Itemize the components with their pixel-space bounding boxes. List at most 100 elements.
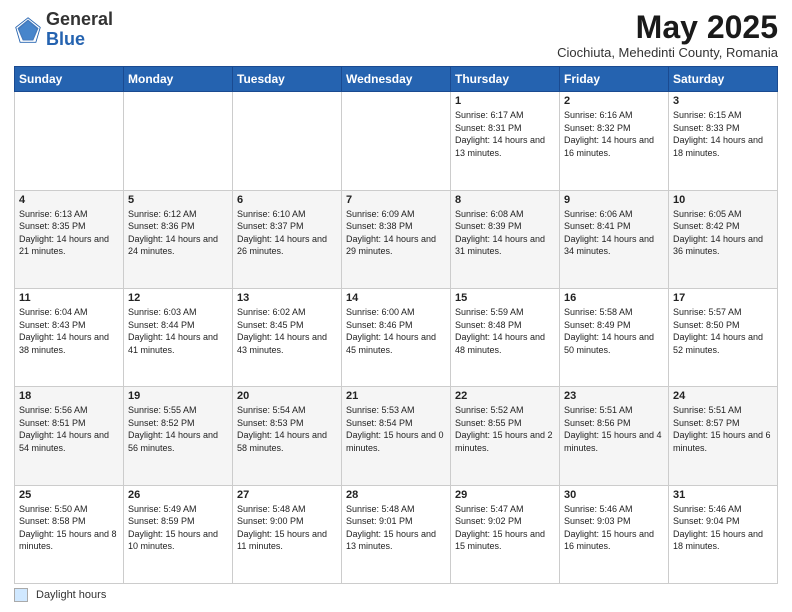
table-row: 28Sunrise: 5:48 AM Sunset: 9:01 PM Dayli… (342, 485, 451, 583)
day-info: Sunrise: 6:13 AM Sunset: 8:35 PM Dayligh… (19, 208, 119, 258)
day-info: Sunrise: 6:02 AM Sunset: 8:45 PM Dayligh… (237, 306, 337, 356)
day-number: 18 (19, 390, 119, 402)
page: General Blue May 2025 Ciochiuta, Mehedin… (0, 0, 792, 612)
table-row: 30 Sunrise: 5:46 AM Sunset: 9:03 PM Dayli… (560, 485, 669, 583)
day-number: 12 (128, 292, 228, 304)
day-number: 11 (19, 292, 119, 304)
day-info: Sunrise: 5:59 AM Sunset: 8:48 PM Dayligh… (455, 306, 555, 356)
day-info: Sunrise: 6:16 AM Sunset: 8:32 PM Dayligh… (564, 109, 664, 159)
day-info: Sunrise: 6:06 AM Sunset: 8:41 PM Dayligh… (564, 208, 664, 258)
logo-icon (14, 16, 42, 44)
col-tuesday: Tuesday (233, 67, 342, 92)
calendar-week-row: 11 Sunrise: 6:04 AM Sunset: 8:43 PM Dayli… (15, 288, 778, 386)
day-info: Sunrise: 6:04 AM Sunset: 8:43 PM Dayligh… (19, 306, 119, 356)
col-monday: Monday (124, 67, 233, 92)
day-info: Sunrise: 6:12 AM Sunset: 8:36 PM Dayligh… (128, 208, 228, 258)
day-number: 29 (455, 489, 555, 501)
col-sunday: Sunday (15, 67, 124, 92)
day-number: 9 (564, 194, 664, 206)
day-number: 19 (128, 390, 228, 402)
table-row: 8Sunrise: 6:08 AM Sunset: 8:39 PM Daylig… (451, 190, 560, 288)
day-number: 28 (346, 489, 446, 501)
day-info: Sunrise: 5:46 AM Sunset: 9:04 PM Dayligh… (673, 503, 773, 553)
day-info: Sunrise: 6:17 AM Sunset: 8:31 PM Dayligh… (455, 109, 555, 159)
day-info: Sunrise: 5:52 AM Sunset: 8:55 PM Dayligh… (455, 404, 555, 454)
logo: General Blue (14, 10, 113, 50)
day-info: Sunrise: 5:54 AM Sunset: 8:53 PM Dayligh… (237, 404, 337, 454)
month-title: May 2025 (557, 10, 778, 45)
table-row: 26 Sunrise: 5:49 AM Sunset: 8:59 PM Dayli… (124, 485, 233, 583)
day-info: Sunrise: 5:56 AM Sunset: 8:51 PM Dayligh… (19, 404, 119, 454)
header: General Blue May 2025 Ciochiuta, Mehedin… (14, 10, 778, 60)
day-number: 25 (19, 489, 119, 501)
logo-text: General Blue (46, 10, 113, 50)
day-number: 14 (346, 292, 446, 304)
table-row: 31 Sunrise: 5:46 AM Sunset: 9:04 PM Dayli… (669, 485, 778, 583)
day-info: Sunrise: 6:05 AM Sunset: 8:42 PM Dayligh… (673, 208, 773, 258)
table-row: 11 Sunrise: 6:04 AM Sunset: 8:43 PM Dayli… (15, 288, 124, 386)
day-info: Sunrise: 5:51 AM Sunset: 8:57 PM Dayligh… (673, 404, 773, 454)
table-row: 12 Sunrise: 6:03 AM Sunset: 8:44 PM Dayli… (124, 288, 233, 386)
day-info: Sunrise: 6:09 AM Sunset: 8:38 PM Dayligh… (346, 208, 446, 258)
day-info: Sunrise: 5:58 AM Sunset: 8:49 PM Dayligh… (564, 306, 664, 356)
day-info: Sunrise: 5:47 AM Sunset: 9:02 PM Dayligh… (455, 503, 555, 553)
table-row (124, 92, 233, 190)
day-number: 5 (128, 194, 228, 206)
day-info: Sunrise: 6:10 AM Sunset: 8:37 PM Dayligh… (237, 208, 337, 258)
day-number: 7 (346, 194, 446, 206)
table-row: 6 Sunrise: 6:10 AM Sunset: 8:37 PM Daylig… (233, 190, 342, 288)
day-number: 1 (455, 95, 555, 107)
day-number: 6 (237, 194, 337, 206)
day-info: Sunrise: 5:46 AM Sunset: 9:03 PM Dayligh… (564, 503, 664, 553)
col-friday: Friday (560, 67, 669, 92)
calendar-table: Sunday Monday Tuesday Wednesday Thursday… (14, 66, 778, 584)
day-number: 16 (564, 292, 664, 304)
table-row: 4Sunrise: 6:13 AM Sunset: 8:35 PM Daylig… (15, 190, 124, 288)
col-wednesday: Wednesday (342, 67, 451, 92)
day-info: Sunrise: 6:00 AM Sunset: 8:46 PM Dayligh… (346, 306, 446, 356)
calendar-week-row: 4Sunrise: 6:13 AM Sunset: 8:35 PM Daylig… (15, 190, 778, 288)
table-row (342, 92, 451, 190)
day-info: Sunrise: 5:51 AM Sunset: 8:56 PM Dayligh… (564, 404, 664, 454)
day-number: 24 (673, 390, 773, 402)
day-number: 26 (128, 489, 228, 501)
table-row: 15Sunrise: 5:59 AM Sunset: 8:48 PM Dayli… (451, 288, 560, 386)
calendar-week-row: 18 Sunrise: 5:56 AM Sunset: 8:51 PM Dayli… (15, 387, 778, 485)
day-number: 30 (564, 489, 664, 501)
table-row: 13Sunrise: 6:02 AM Sunset: 8:45 PM Dayli… (233, 288, 342, 386)
day-info: Sunrise: 5:53 AM Sunset: 8:54 PM Dayligh… (346, 404, 446, 454)
table-row: 24 Sunrise: 5:51 AM Sunset: 8:57 PM Dayli… (669, 387, 778, 485)
day-info: Sunrise: 5:57 AM Sunset: 8:50 PM Dayligh… (673, 306, 773, 356)
logo-general: General (46, 9, 113, 29)
footer: Daylight hours (14, 588, 778, 602)
table-row: 19 Sunrise: 5:55 AM Sunset: 8:52 PM Dayli… (124, 387, 233, 485)
day-info: Sunrise: 6:15 AM Sunset: 8:33 PM Dayligh… (673, 109, 773, 159)
day-number: 10 (673, 194, 773, 206)
day-number: 8 (455, 194, 555, 206)
day-number: 31 (673, 489, 773, 501)
day-number: 22 (455, 390, 555, 402)
day-info: Sunrise: 6:03 AM Sunset: 8:44 PM Dayligh… (128, 306, 228, 356)
day-number: 3 (673, 95, 773, 107)
day-number: 2 (564, 95, 664, 107)
day-number: 20 (237, 390, 337, 402)
table-row: 27Sunrise: 5:48 AM Sunset: 9:00 PM Dayli… (233, 485, 342, 583)
table-row (233, 92, 342, 190)
table-row: 5 Sunrise: 6:12 AM Sunset: 8:36 PM Daylig… (124, 190, 233, 288)
title-section: May 2025 Ciochiuta, Mehedinti County, Ro… (557, 10, 778, 60)
table-row: 10 Sunrise: 6:05 AM Sunset: 8:42 PM Dayli… (669, 190, 778, 288)
col-saturday: Saturday (669, 67, 778, 92)
table-row: 3 Sunrise: 6:15 AM Sunset: 8:33 PM Daylig… (669, 92, 778, 190)
legend-label: Daylight hours (36, 589, 106, 601)
logo-blue: Blue (46, 29, 85, 49)
table-row: 23Sunrise: 5:51 AM Sunset: 8:56 PM Dayli… (560, 387, 669, 485)
table-row: 17Sunrise: 5:57 AM Sunset: 8:50 PM Dayli… (669, 288, 778, 386)
table-row: 18 Sunrise: 5:56 AM Sunset: 8:51 PM Dayli… (15, 387, 124, 485)
calendar-header-row: Sunday Monday Tuesday Wednesday Thursday… (15, 67, 778, 92)
table-row: 21Sunrise: 5:53 AM Sunset: 8:54 PM Dayli… (342, 387, 451, 485)
table-row: 7 Sunrise: 6:09 AM Sunset: 8:38 PM Daylig… (342, 190, 451, 288)
calendar-week-row: 25Sunrise: 5:50 AM Sunset: 8:58 PM Dayli… (15, 485, 778, 583)
day-info: Sunrise: 5:49 AM Sunset: 8:59 PM Dayligh… (128, 503, 228, 553)
col-thursday: Thursday (451, 67, 560, 92)
day-info: Sunrise: 5:55 AM Sunset: 8:52 PM Dayligh… (128, 404, 228, 454)
